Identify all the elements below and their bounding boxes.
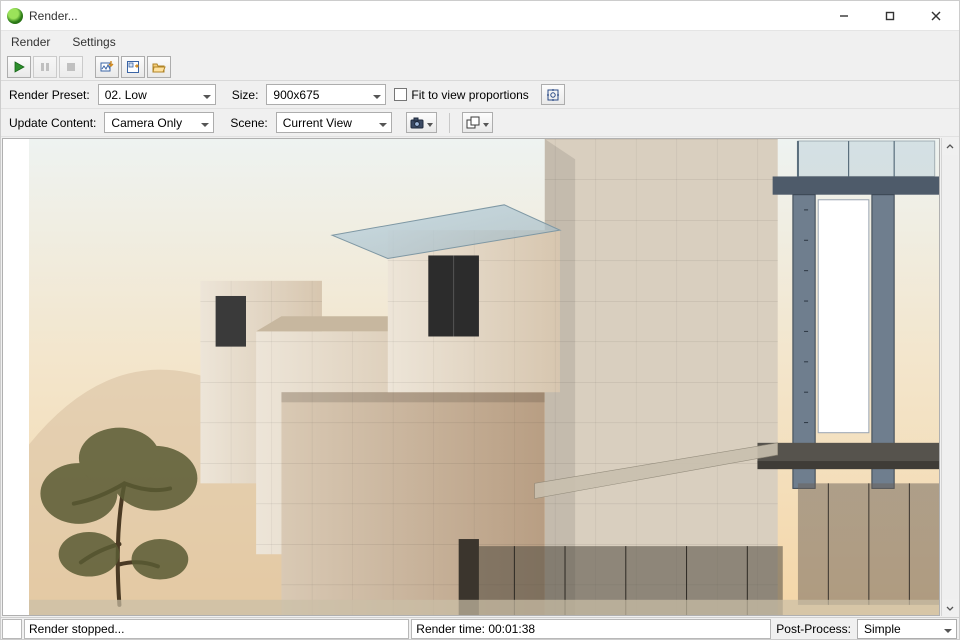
render-canvas: [29, 139, 939, 615]
maximize-button[interactable]: [867, 1, 913, 31]
label-update-content: Update Content:: [9, 116, 96, 130]
lock-aspect-button[interactable]: [541, 84, 565, 105]
chevron-down-icon: [367, 116, 387, 130]
status-indicator: [2, 619, 22, 639]
minimize-button[interactable]: [821, 1, 867, 31]
update-content-select[interactable]: Camera Only: [104, 112, 214, 133]
size-value: 900x675: [273, 88, 319, 102]
pause-button: [33, 56, 57, 78]
close-button[interactable]: [913, 1, 959, 31]
options-row-1: Render Preset: 02. Low Size: 900x675 Fit…: [1, 81, 959, 109]
scroll-down-button[interactable]: [942, 599, 958, 616]
label-render-preset: Render Preset:: [9, 88, 90, 102]
post-process-value: Simple: [864, 622, 901, 636]
menu-settings[interactable]: Settings: [68, 33, 119, 51]
vertical-scrollbar[interactable]: [941, 138, 958, 616]
scroll-track[interactable]: [942, 155, 958, 599]
open-folder-button[interactable]: [147, 56, 171, 78]
fit-label: Fit to view proportions: [411, 88, 528, 102]
menubar: Render Settings: [1, 31, 959, 53]
chevron-down-icon: [932, 622, 952, 636]
scroll-up-button[interactable]: [942, 138, 958, 155]
chevron-down-icon: [427, 116, 433, 130]
toolbar: [1, 53, 959, 81]
checkbox-icon: [394, 88, 407, 101]
window-title: Render...: [29, 9, 78, 23]
export-button[interactable]: [121, 56, 145, 78]
chevron-down-icon: [483, 116, 489, 130]
camera-button[interactable]: [406, 112, 437, 133]
render-preset-value: 02. Low: [105, 88, 147, 102]
label-post-process: Post-Process:: [772, 622, 855, 636]
scene-value: Current View: [283, 116, 352, 130]
fit-to-view-checkbox[interactable]: Fit to view proportions: [394, 88, 528, 102]
save-image-button[interactable]: [95, 56, 119, 78]
render-preset-select[interactable]: 02. Low: [98, 84, 216, 105]
app-icon: [7, 8, 23, 24]
menu-render[interactable]: Render: [7, 33, 54, 51]
play-button[interactable]: [7, 56, 31, 78]
render-time: Render time: 00:01:38: [411, 619, 771, 639]
viewport-area: [1, 137, 959, 617]
chevron-down-icon: [189, 116, 209, 130]
separator: [449, 113, 450, 133]
options-row-2: Update Content: Camera Only Scene: Curre…: [1, 109, 959, 137]
size-select[interactable]: 900x675: [266, 84, 386, 105]
chevron-down-icon: [361, 88, 381, 102]
label-scene: Scene:: [230, 116, 267, 130]
stop-button: [59, 56, 83, 78]
update-content-value: Camera Only: [111, 116, 182, 130]
scene-select[interactable]: Current View: [276, 112, 392, 133]
post-process-select[interactable]: Simple: [857, 619, 957, 639]
copy-view-button[interactable]: [462, 112, 493, 133]
label-size: Size:: [232, 88, 259, 102]
statusbar: Render stopped... Render time: 00:01:38 …: [1, 617, 959, 639]
titlebar: Render...: [1, 1, 959, 31]
status-message: Render stopped...: [24, 619, 409, 639]
viewport[interactable]: [2, 138, 940, 616]
chevron-down-icon: [191, 88, 211, 102]
